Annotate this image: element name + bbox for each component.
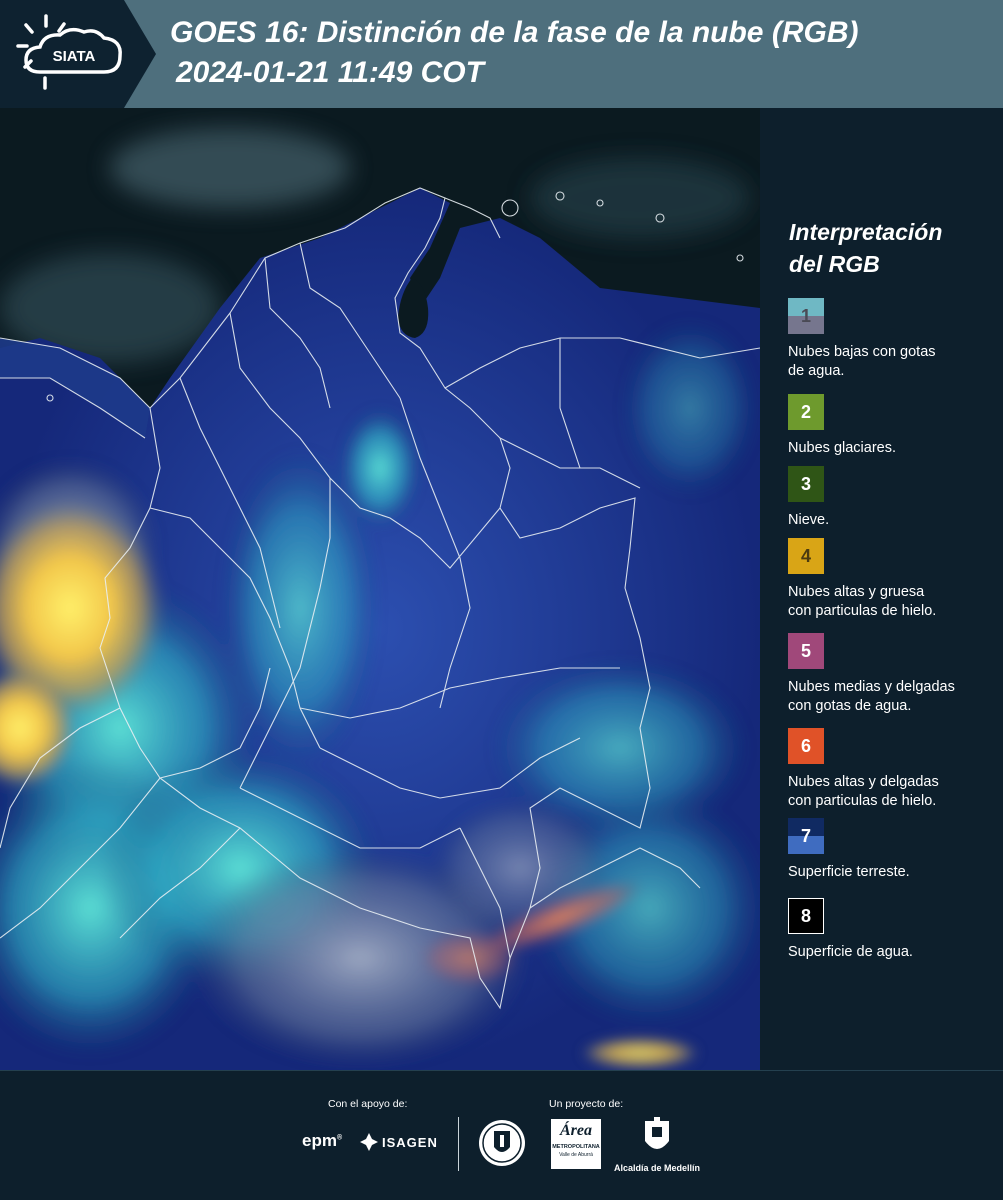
legend-description: Nubes altas y delgadas con particulas de … bbox=[788, 773, 1000, 811]
isagen-mark-icon bbox=[360, 1133, 378, 1151]
legend-item: 4 Nubes altas y gruesa con particulas de h… bbox=[788, 538, 1000, 621]
legend-description-line1: Nubes glaciares. bbox=[788, 440, 896, 456]
siata-logo-graphic: SIATA bbox=[0, 0, 156, 108]
medellin-shield-icon bbox=[645, 1117, 669, 1149]
legend-description-line2: con gotas de agua. bbox=[788, 698, 912, 714]
rgb-legend: Interpretación del RGB 1 Nubes bajas con … bbox=[760, 108, 1003, 1070]
legend-description: Nubes altas y gruesa con particulas de hi… bbox=[788, 583, 1000, 621]
page-title: GOES 16: Distinción de la fase de la nub… bbox=[170, 16, 859, 49]
area-metropolitana-logo[interactable]: Área METROPOLITANA Valle de Aburrá bbox=[551, 1119, 601, 1169]
footer-divider bbox=[458, 1117, 459, 1171]
header-bar: SIATA GOES 16: Distinción de la fase de … bbox=[0, 0, 1003, 108]
legend-item: 6 Nubes altas y delgadas con particulas de… bbox=[788, 728, 1000, 811]
area-logo-text: Área bbox=[560, 1122, 592, 1139]
legend-description: Nubes bajas con gotas de agua. bbox=[788, 343, 1000, 381]
legend-item: 5 Nubes medias y delgadas con gotas de agu… bbox=[788, 633, 1000, 716]
legend-description-line1: Nubes altas y gruesa bbox=[788, 584, 925, 600]
siata-logo-text: SIATA bbox=[53, 48, 96, 65]
legend-item: 8 Superficie de agua. bbox=[788, 898, 1000, 962]
legend-description-line2: de agua. bbox=[788, 363, 845, 379]
legend-swatch-number: 4 bbox=[800, 545, 811, 566]
legend-description-line1: Nieve. bbox=[788, 512, 830, 528]
legend-swatch: 2 bbox=[788, 394, 824, 430]
isagen-logo-text: ISAGEN bbox=[382, 1134, 438, 1150]
legend-swatch-number: 5 bbox=[800, 640, 811, 661]
page-datetime: 2024-01-21 11:49 COT bbox=[176, 56, 484, 89]
legend-description: Superficie terreste. bbox=[788, 863, 1000, 882]
legend-item: 2 Nubes glaciares. bbox=[788, 394, 1000, 458]
epm-logo-text: epm bbox=[302, 1131, 337, 1150]
legend-swatch-number: 6 bbox=[800, 735, 811, 756]
legend-description-line1: Nubes altas y delgadas bbox=[788, 774, 939, 790]
area-logo-subtext: METROPOLITANA bbox=[552, 1144, 600, 1150]
legend-swatch: 3 bbox=[788, 466, 824, 502]
legend-title: Interpretación del RGB bbox=[789, 216, 999, 280]
satellite-map[interactable] bbox=[0, 108, 760, 1070]
legend-title-line2: del RGB bbox=[789, 251, 880, 277]
siata-logo[interactable]: SIATA bbox=[0, 0, 156, 108]
legend-swatch-number: 1 bbox=[800, 305, 811, 326]
legend-description-line1: Nubes bajas con gotas bbox=[788, 344, 936, 360]
legend-item: 3 Nieve. bbox=[788, 466, 1000, 530]
area-logo-subtext2: Valle de Aburrá bbox=[559, 1152, 593, 1158]
university-seal-icon bbox=[479, 1120, 525, 1166]
alcaldia-medellin-logo[interactable]: Alcaldía de Medellín bbox=[612, 1117, 702, 1173]
legend-swatch: 1 bbox=[788, 298, 824, 334]
legend-description-line1: Nubes medias y delgadas bbox=[788, 679, 955, 695]
legend-swatch: 7 bbox=[788, 818, 824, 854]
legend-item: 1 Nubes bajas con gotas de agua. bbox=[788, 298, 1000, 381]
university-seal-logo[interactable] bbox=[478, 1117, 526, 1174]
epm-logo[interactable]: epm® bbox=[302, 1131, 342, 1151]
alcaldia-text: Alcaldía de Medellín bbox=[613, 1163, 701, 1173]
footer-sponsors: Con el apoyo de: Un proyecto de: epm® IS… bbox=[0, 1070, 1003, 1200]
legend-description-line2: con particulas de hielo. bbox=[788, 603, 937, 619]
legend-swatch: 8 bbox=[788, 898, 824, 934]
legend-title-line1: Interpretación bbox=[789, 219, 943, 245]
legend-description: Nieve. bbox=[788, 511, 1000, 530]
legend-description: Superficie de agua. bbox=[788, 943, 1000, 962]
legend-swatch: 5 bbox=[788, 633, 824, 669]
legend-swatch-number: 3 bbox=[800, 473, 811, 494]
legend-description-line1: Superficie terreste. bbox=[788, 864, 910, 880]
satellite-rgb-image bbox=[0, 108, 760, 1070]
legend-description-line2: con particulas de hielo. bbox=[788, 793, 937, 809]
legend-swatch-number: 2 bbox=[800, 401, 811, 422]
legend-item: 7 Superficie terreste. bbox=[788, 818, 1000, 882]
legend-swatch-number: 7 bbox=[800, 825, 811, 846]
legend-swatch: 4 bbox=[788, 538, 824, 574]
legend-description-line1: Superficie de agua. bbox=[788, 944, 913, 960]
legend-description: Nubes medias y delgadas con gotas de agua… bbox=[788, 678, 1000, 716]
isagen-logo[interactable]: ISAGEN bbox=[360, 1133, 438, 1151]
legend-swatch: 6 bbox=[788, 728, 824, 764]
legend-swatch-number: 8 bbox=[800, 905, 811, 926]
legend-description: Nubes glaciares. bbox=[788, 439, 1000, 458]
support-caption: Con el apoyo de: bbox=[328, 1098, 408, 1110]
project-caption: Un proyecto de: bbox=[549, 1098, 624, 1110]
